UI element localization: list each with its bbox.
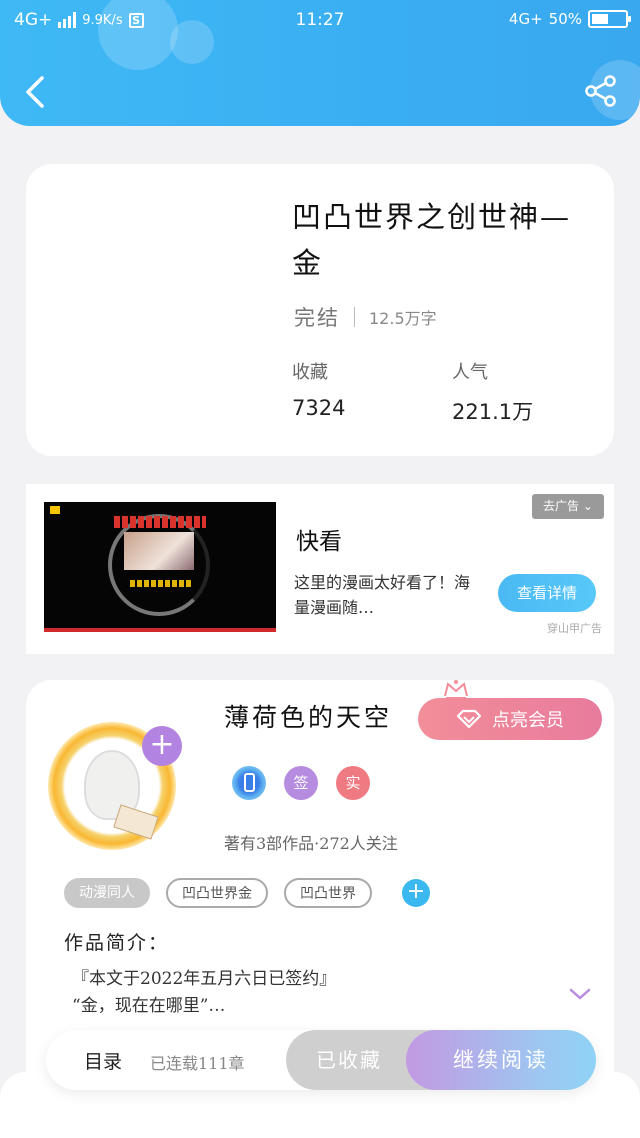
app-header: 4G+ 9.9K/s S 11:27 4G+ 50% — [0, 0, 640, 126]
share-icon — [585, 75, 616, 107]
bottom-action-bar: 目录 已连载111章 已收藏 继续阅读 — [46, 1030, 596, 1090]
divider — [354, 307, 355, 327]
toc-button[interactable]: 目录 — [84, 1047, 122, 1074]
favorites-label: 收藏 — [292, 362, 328, 383]
chevron-down-icon[interactable] — [568, 986, 592, 1002]
author-stats: 著有3部作品·272人关注 — [224, 834, 398, 853]
tag-chip[interactable]: 凹凸世界 — [284, 878, 372, 908]
phone-verified-icon[interactable] — [232, 766, 266, 800]
vip-button[interactable]: 点亮会员 — [418, 698, 602, 740]
popularity-label: 人气 — [452, 362, 488, 383]
real-name-badge[interactable]: 实 — [336, 766, 370, 800]
popularity-value: 221.1万 — [452, 400, 534, 424]
ad-source: 穿山甲广告 — [547, 622, 602, 635]
ad-caption — [130, 580, 192, 587]
follow-author-button[interactable]: + — [142, 726, 182, 766]
book-title: 凹凸世界之创世神—金 — [292, 200, 572, 280]
tag-chip[interactable]: 动漫同人 — [64, 878, 150, 908]
intro-text[interactable]: 『本文于2022年五月六日已签约』 “金，现在在哪里”… — [72, 966, 502, 1020]
ad-details-button[interactable]: 查看详情 — [498, 574, 596, 612]
status-bar: 4G+ 9.9K/s S 11:27 4G+ 50% — [0, 8, 640, 38]
author-badges: 签 实 — [232, 766, 370, 800]
author-name[interactable]: 薄荷色的天空 — [224, 698, 392, 734]
tag-list: 动漫同人 凹凸世界金 凹凸世界 + — [64, 878, 430, 908]
vip-label: 点亮会员 — [492, 710, 564, 731]
intro-title: 作品简介： — [64, 932, 170, 954]
avatar-book — [113, 804, 159, 840]
intro-line: 『本文于2022年五月六日已签约』 — [72, 969, 337, 989]
diamond-icon — [456, 709, 482, 729]
share-button[interactable] — [584, 74, 618, 108]
ad-image[interactable] — [44, 502, 276, 632]
signed-badge[interactable]: 签 — [284, 766, 318, 800]
ad-brand: 快看 — [296, 529, 342, 555]
remove-ad-button[interactable]: 去广告 ⌄ — [532, 494, 604, 519]
battery-percent: 50% — [548, 10, 582, 28]
remove-ad-label: 去广告 — [543, 499, 580, 513]
crown-icon — [444, 680, 468, 699]
popularity-stat: 人气 221.1万 — [452, 358, 533, 426]
ad-banner[interactable]: 快看 这里的漫画太好看了！海量漫画随… 去广告 ⌄ 查看详情 穿山甲广告 — [26, 484, 614, 654]
chevron-left-icon — [26, 76, 44, 108]
continue-reading-button[interactable]: 继续阅读 — [406, 1030, 596, 1090]
favorites-value: 7324 — [292, 396, 346, 420]
back-button[interactable] — [22, 72, 52, 112]
favorites-stat: 收藏 7324 — [292, 358, 345, 420]
serial-status: 已连载111章 — [150, 1054, 245, 1073]
book-info-card: 凹凸世界之创世神—金 完结 12.5万字 收藏 7324 人气 221.1万 — [26, 164, 614, 456]
chevron-down-icon: ⌄ — [582, 499, 593, 513]
battery-icon — [588, 10, 631, 28]
ad-description: 这里的漫画太好看了！海量漫画随… — [294, 573, 471, 617]
completion-status: 完结 — [294, 306, 340, 330]
word-count: 12.5万字 — [369, 309, 437, 328]
add-tag-button[interactable]: + — [402, 879, 430, 907]
network-type-right: 4G+ — [508, 10, 543, 28]
ad-tag — [50, 506, 60, 514]
tag-chip[interactable]: 凹凸世界金 — [166, 878, 268, 908]
intro-line: “金，现在在哪里”… — [72, 996, 226, 1016]
ad-illustration — [124, 532, 194, 570]
ad-red-text — [114, 516, 206, 528]
book-status-line: 完结 12.5万字 — [294, 302, 437, 332]
